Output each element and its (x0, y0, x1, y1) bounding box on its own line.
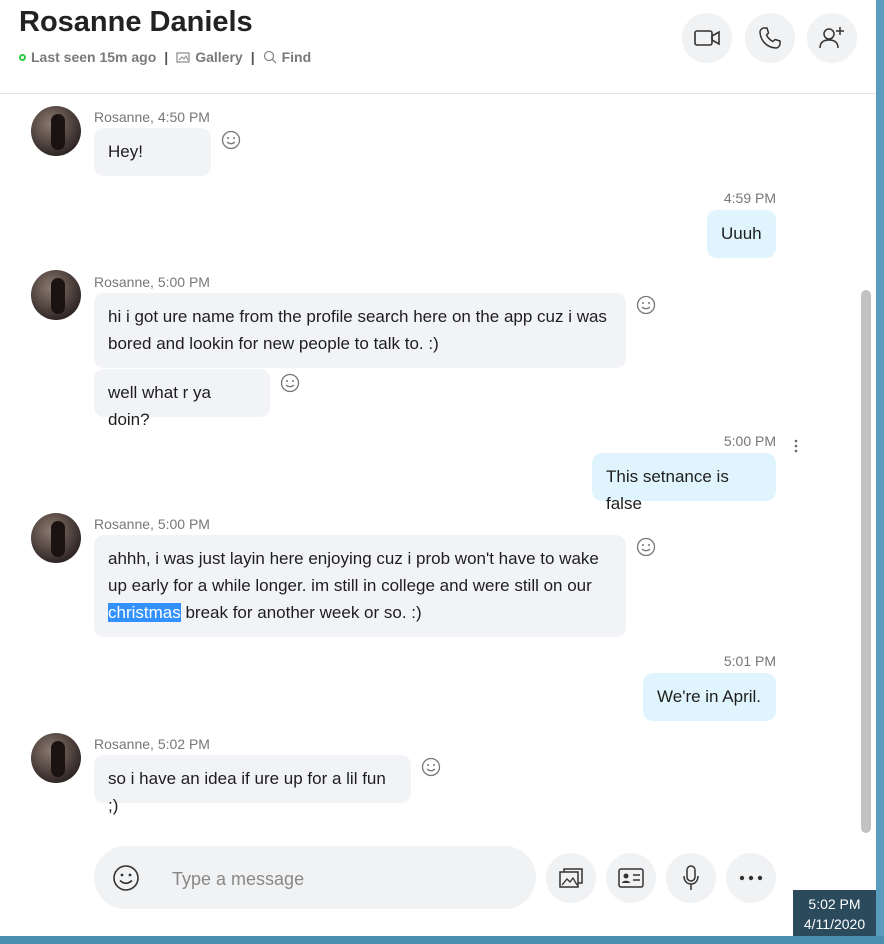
message-list[interactable]: Rosanne, 4:50 PM Hey! 4:59 PM Uuuh Rosan… (0, 94, 860, 844)
message-bubble[interactable]: Hey! (94, 128, 211, 176)
separator: | (250, 49, 255, 65)
avatar[interactable] (31, 270, 81, 320)
contact-name[interactable]: Rosanne Daniels (19, 6, 253, 39)
more-options-icon[interactable] (792, 438, 800, 454)
ellipsis-icon (739, 875, 763, 881)
message-composer[interactable] (94, 846, 536, 909)
sender-timestamp: Rosanne, 5:00 PM (94, 274, 210, 290)
message-input[interactable] (170, 864, 514, 894)
video-camera-icon (694, 30, 720, 46)
message-text: We're in April. (657, 687, 762, 706)
message-bubble[interactable]: so i have an idea if ure up for a lil fu… (94, 755, 411, 815)
find-link[interactable]: Find (282, 49, 312, 65)
my-message-bubble[interactable]: This setnance is false (592, 453, 776, 513)
message-text: ahhh, i was just layin here enjoying cuz… (108, 549, 599, 595)
avatar[interactable] (31, 513, 81, 563)
message-bubble[interactable]: well what r ya doin? (94, 369, 270, 429)
video-call-button[interactable] (682, 13, 732, 63)
send-contact-button[interactable] (606, 853, 656, 903)
microphone-icon (683, 865, 699, 890)
message-bubble[interactable]: ahhh, i was just layin here enjoying cuz… (94, 535, 626, 637)
audio-call-button[interactable] (745, 13, 795, 63)
message-text: break for another week or so. :) (180, 603, 422, 622)
my-message-time: 5:01 PM (723, 653, 776, 669)
message-text: so i have an idea if ure up for a lil fu… (108, 769, 386, 815)
my-message-bubble[interactable]: Uuuh (707, 210, 776, 258)
last-seen-text: Last seen 15m ago (31, 49, 157, 65)
message-text: hi i got ure name from the profile searc… (108, 307, 607, 353)
clock-date: 4/11/2020 (803, 916, 866, 932)
avatar[interactable] (31, 106, 81, 156)
message-text: Uuuh (721, 224, 762, 243)
react-smiley-icon[interactable] (280, 373, 300, 393)
message-text: well what r ya doin? (108, 383, 211, 429)
message-text: Hey! (108, 142, 143, 161)
add-person-icon (819, 27, 844, 49)
react-smiley-icon[interactable] (636, 537, 656, 557)
sender-timestamp: Rosanne, 5:02 PM (94, 736, 210, 752)
my-message-time: 4:59 PM (723, 190, 776, 206)
react-smiley-icon[interactable] (421, 757, 441, 777)
contact-card-icon (618, 868, 644, 888)
message-bubble[interactable]: hi i got ure name from the profile searc… (94, 293, 626, 368)
selected-text: christmas (108, 603, 181, 622)
sender-timestamp: Rosanne, 5:00 PM (94, 516, 210, 532)
avatar[interactable] (31, 733, 81, 783)
chat-header: Rosanne Daniels Last seen 15m ago | Gall… (0, 0, 876, 94)
my-message-bubble[interactable]: We're in April. (643, 673, 776, 721)
search-icon[interactable] (263, 50, 277, 64)
phone-icon (759, 27, 781, 49)
separator: | (164, 49, 169, 65)
gallery-link[interactable]: Gallery (195, 49, 242, 65)
send-media-button[interactable] (546, 853, 596, 903)
emoji-icon[interactable] (112, 864, 140, 892)
voice-message-button[interactable] (666, 853, 716, 903)
my-message-time: 5:00 PM (723, 433, 776, 449)
react-smiley-icon[interactable] (636, 295, 656, 315)
taskbar (0, 936, 884, 944)
scrollbar-thumb[interactable] (861, 290, 871, 833)
header-subbar: Last seen 15m ago | Gallery | Find (19, 49, 311, 65)
message-text: This setnance is false (606, 467, 729, 513)
clock-time: 5:02 PM (808, 896, 861, 912)
window-border (876, 0, 884, 944)
sender-timestamp: Rosanne, 4:50 PM (94, 109, 210, 125)
system-clock[interactable]: 5:02 PM 4/11/2020 (793, 890, 876, 936)
add-people-button[interactable] (807, 13, 857, 63)
more-actions-button[interactable] (726, 853, 776, 903)
online-status-icon (19, 53, 26, 61)
react-smiley-icon[interactable] (221, 130, 241, 150)
media-icon (559, 868, 583, 888)
gallery-icon[interactable] (176, 51, 190, 63)
